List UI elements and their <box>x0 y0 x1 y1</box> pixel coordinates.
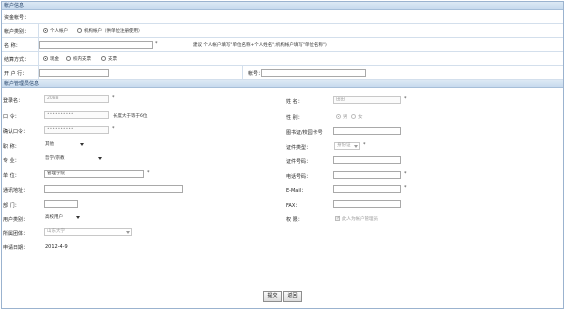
user-category-select[interactable]: 高校用户 <box>45 214 81 222</box>
back-button[interactable]: 返回 <box>283 291 302 302</box>
major-label: 专 业： <box>3 158 20 164</box>
real-name-required-mark: * <box>404 96 407 102</box>
permission-admin-checkbox[interactable]: ✓ <box>335 215 341 221</box>
address-label: 通讯地址： <box>3 188 29 194</box>
confirm-password-label: 确认口令： <box>3 129 29 135</box>
email-label: E-Mail： <box>286 188 307 194</box>
major-value: 哲学/宗教 <box>45 156 65 161</box>
unit-required-mark: * <box>147 170 150 176</box>
title-field-label: 职 称： <box>3 144 20 150</box>
permission-label: 权 限： <box>286 217 303 223</box>
email-input[interactable] <box>333 185 401 193</box>
login-name-label: 登录名： <box>3 98 24 104</box>
account-type-institution-label: 机构帐户（供单位注册使用） <box>84 29 143 34</box>
chevron-down-icon <box>76 216 80 219</box>
chevron-down-icon <box>80 143 84 146</box>
title-field-value: 其他 <box>45 142 54 147</box>
settle-campus-cheque-label: 校内支票 <box>73 57 91 62</box>
submit-button[interactable]: 提交 <box>263 291 282 302</box>
apply-date-label: 申请日期： <box>3 245 29 251</box>
id-type-value: 身份证 <box>337 143 351 148</box>
phone-label: 电话号码： <box>286 174 312 180</box>
fax-input[interactable] <box>333 200 401 208</box>
chevron-down-icon <box>98 157 102 160</box>
settle-cheque-label: 支票 <box>108 57 117 62</box>
user-category-value: 高校用户 <box>45 215 63 220</box>
name-input[interactable] <box>39 41 153 49</box>
apply-date-value: 2012-4-9 <box>45 244 68 250</box>
library-card-input[interactable] <box>333 127 401 135</box>
id-type-label: 证件类型： <box>286 145 312 151</box>
id-number-input[interactable] <box>333 156 401 164</box>
department-label: 部 门： <box>3 203 20 209</box>
major-select[interactable]: 哲学/宗教 <box>45 155 103 163</box>
settle-cash-radio[interactable] <box>43 56 48 61</box>
title-field-select[interactable]: 其他 <box>45 141 85 149</box>
library-card-label: 图书证/校园卡号 <box>286 130 323 136</box>
department-input[interactable] <box>44 200 78 208</box>
checkmark-icon: ✓ <box>336 215 341 221</box>
affiliation-label: 所属团体： <box>3 231 29 237</box>
name-hint: 建议 个人帐户填写"单位名称+个人姓名";机构帐户填写"单位名称") <box>193 43 327 48</box>
account-type-label: 帐户类别： <box>4 29 30 35</box>
login-name-input[interactable]: 2088 <box>44 95 109 103</box>
id-number-label: 证件号码： <box>286 159 312 165</box>
fund-account-row: 资金帐号： <box>2 11 563 24</box>
unit-input[interactable]: 管理学院 <box>44 170 144 178</box>
id-type-required-mark: * <box>363 142 366 148</box>
unit-label: 单 位： <box>3 173 20 179</box>
settle-method-label: 结算方式： <box>4 57 30 63</box>
confirm-password-required-mark: * <box>112 126 115 132</box>
account-type-row: 帐户类别： 个人帐户 机构帐户（供单位注册使用） <box>2 24 563 38</box>
phone-required-mark: * <box>404 171 407 177</box>
gender-male-label: 男 <box>343 115 348 120</box>
account-section-header: 帐户信息 <box>2 2 563 10</box>
fax-label: FAX： <box>286 203 301 209</box>
permission-admin-label: 此人为帐户管理员 <box>342 217 378 222</box>
password-input[interactable]: •••••••••• <box>44 111 109 119</box>
account-type-personal-label: 个人帐户 <box>50 29 68 34</box>
account-no-input[interactable] <box>261 69 366 77</box>
settle-cheque-radio[interactable] <box>101 56 106 61</box>
settle-method-row: 结算方式： 现金 校内支票 支票 <box>2 52 563 66</box>
confirm-password-input[interactable]: •••••••••• <box>44 126 109 134</box>
password-hint: 长度大于等于6位 <box>113 114 148 119</box>
account-type-personal-radio[interactable] <box>43 28 48 33</box>
chevron-down-icon <box>126 231 130 234</box>
real-name-label: 姓 名： <box>286 99 303 105</box>
id-type-select[interactable]: 身份证 <box>334 142 360 150</box>
gender-female-radio[interactable] <box>351 114 356 119</box>
name-required-mark: * <box>155 41 158 47</box>
name-row: 名 称： * 建议 个人帐户填写"单位名称+个人姓名";机构帐户填写"单位名称"… <box>2 38 563 52</box>
login-name-required-mark: * <box>112 95 115 101</box>
bank-row: 开 户 行： 帐号： <box>2 66 563 80</box>
gender-female-label: 女 <box>358 115 363 120</box>
phone-input[interactable] <box>333 171 401 179</box>
real-name-input[interactable]: 田田 <box>333 96 401 104</box>
affiliation-value: 山东大学 <box>47 229 65 234</box>
chevron-down-icon <box>354 145 358 148</box>
settle-campus-cheque-radio[interactable] <box>66 56 71 61</box>
bank-label: 开 户 行： <box>4 71 28 77</box>
gender-male-radio[interactable] <box>336 114 341 119</box>
gender-label: 性 别： <box>286 115 303 121</box>
fund-account-label: 资金帐号： <box>4 15 30 21</box>
affiliation-select[interactable]: 山东大学 <box>44 228 132 236</box>
password-label: 口 令： <box>3 114 20 120</box>
email-required-mark: * <box>404 185 407 191</box>
settle-cash-label: 现金 <box>50 57 59 62</box>
manager-section-header: 帐户管理员信息 <box>2 80 563 88</box>
name-label: 名 称： <box>4 43 21 49</box>
bank-input[interactable] <box>39 69 109 77</box>
account-type-institution-radio[interactable] <box>77 28 82 33</box>
address-input[interactable] <box>44 185 183 193</box>
user-category-label: 用户类别： <box>3 217 29 223</box>
